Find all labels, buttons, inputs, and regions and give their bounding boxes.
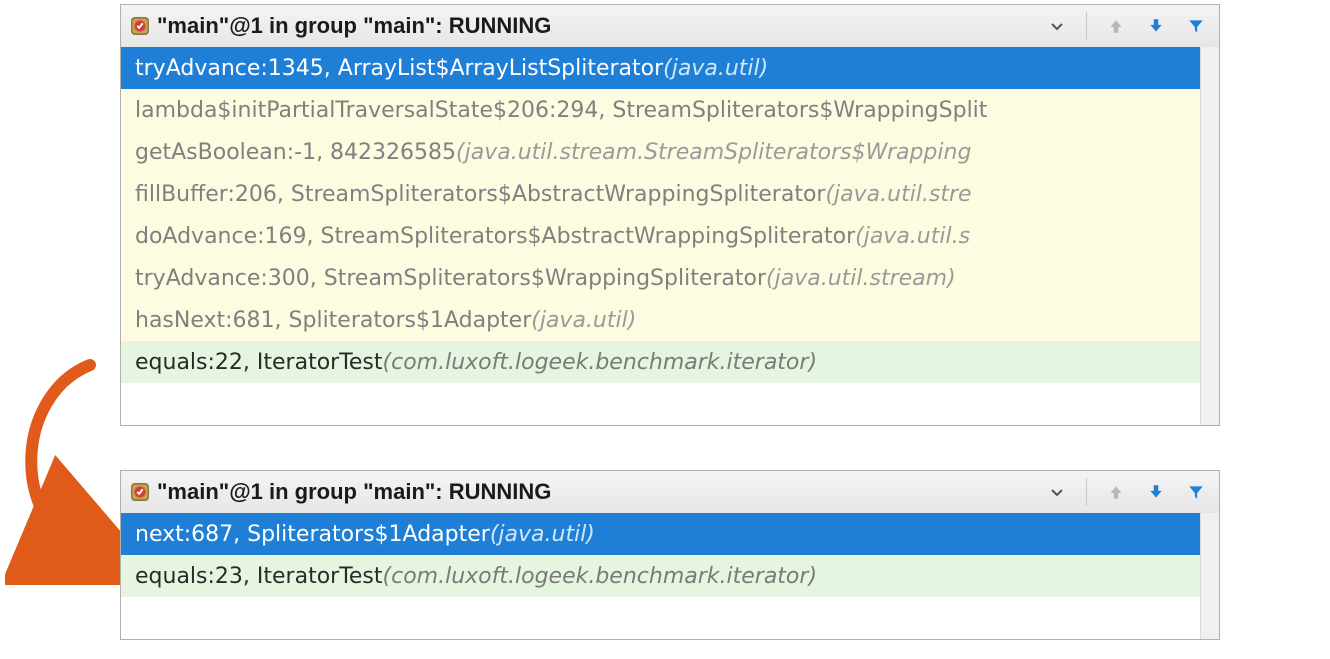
frame-location: (java.util) xyxy=(531,308,636,333)
stack-frame[interactable]: fillBuffer:206, StreamSpliterators$Abstr… xyxy=(121,173,1201,215)
frame-location: (java.util.stream.StreamSpliterators$Wra… xyxy=(456,140,971,165)
thread-select-dropdown[interactable] xyxy=(1042,11,1072,41)
frame-text: tryAdvance:1345, ArrayList$ArrayListSpli… xyxy=(135,56,663,81)
next-frame-button[interactable] xyxy=(1141,477,1171,507)
prev-frame-button[interactable] xyxy=(1101,477,1131,507)
next-frame-button[interactable] xyxy=(1141,11,1171,41)
thread-icon xyxy=(129,481,151,503)
divider xyxy=(1086,478,1087,506)
frame-location: (com.luxoft.logeek.benchmark.iterator) xyxy=(383,350,818,375)
frame-text: hasNext:681, Spliterators$1Adapter xyxy=(135,308,531,333)
frame-text: equals:22, IteratorTest xyxy=(135,350,383,375)
frame-location: (java.util.s xyxy=(855,224,970,249)
frames-list: next:687, Spliterators$1Adapter (java.ut… xyxy=(121,513,1201,639)
header-tools xyxy=(1042,11,1211,41)
frame-location: (java.util) xyxy=(490,522,595,547)
thread-title: "main"@1 in group "main": RUNNING xyxy=(157,479,1042,505)
frame-text: fillBuffer:206, StreamSpliterators$Abstr… xyxy=(135,182,825,207)
frames-list: tryAdvance:1345, ArrayList$ArrayListSpli… xyxy=(121,47,1201,425)
stack-frame[interactable]: equals:23, IteratorTest (com.luxoft.loge… xyxy=(121,555,1201,597)
stack-frame[interactable]: lambda$initPartialTraversalState$206:294… xyxy=(121,89,1201,131)
stack-frame[interactable]: next:687, Spliterators$1Adapter (java.ut… xyxy=(121,513,1201,555)
scrollbar[interactable] xyxy=(1200,47,1219,425)
frame-location: (java.util.stream) xyxy=(766,266,956,291)
stack-frame[interactable]: hasNext:681, Spliterators$1Adapter (java… xyxy=(121,299,1201,341)
thread-title: "main"@1 in group "main": RUNNING xyxy=(157,13,1042,39)
thread-header: "main"@1 in group "main": RUNNING xyxy=(121,471,1219,514)
stack-frame[interactable]: doAdvance:169, StreamSpliterators$Abstra… xyxy=(121,215,1201,257)
stack-frame[interactable]: tryAdvance:300, StreamSpliterators$Wrapp… xyxy=(121,257,1201,299)
transition-arrow-icon xyxy=(5,355,120,585)
divider xyxy=(1086,12,1087,40)
frame-text: next:687, Spliterators$1Adapter xyxy=(135,522,490,547)
header-tools xyxy=(1042,477,1211,507)
frames-panel-1: "main"@1 in group "main": RUNNING tryAdv… xyxy=(120,4,1220,426)
frame-text: doAdvance:169, StreamSpliterators$Abstra… xyxy=(135,224,855,249)
scrollbar[interactable] xyxy=(1200,513,1219,639)
frame-text: tryAdvance:300, StreamSpliterators$Wrapp… xyxy=(135,266,766,291)
thread-select-dropdown[interactable] xyxy=(1042,477,1072,507)
thread-icon xyxy=(129,15,151,37)
filter-frames-button[interactable] xyxy=(1181,11,1211,41)
frame-location: (com.luxoft.logeek.benchmark.iterator) xyxy=(383,564,818,589)
frame-text: lambda$initPartialTraversalState$206:294… xyxy=(135,98,987,123)
frame-text: equals:23, IteratorTest xyxy=(135,564,383,589)
stack-frame[interactable]: getAsBoolean:-1, 842326585 (java.util.st… xyxy=(121,131,1201,173)
frame-location: (java.util.stre xyxy=(825,182,971,207)
frame-location: (java.util) xyxy=(663,56,768,81)
stack-frame[interactable]: tryAdvance:1345, ArrayList$ArrayListSpli… xyxy=(121,47,1201,89)
filter-frames-button[interactable] xyxy=(1181,477,1211,507)
stack-frame[interactable]: equals:22, IteratorTest (com.luxoft.loge… xyxy=(121,341,1201,383)
prev-frame-button[interactable] xyxy=(1101,11,1131,41)
frame-text: getAsBoolean:-1, 842326585 xyxy=(135,140,456,165)
thread-header: "main"@1 in group "main": RUNNING xyxy=(121,5,1219,48)
frames-panel-2: "main"@1 in group "main": RUNNING next:6… xyxy=(120,470,1220,640)
